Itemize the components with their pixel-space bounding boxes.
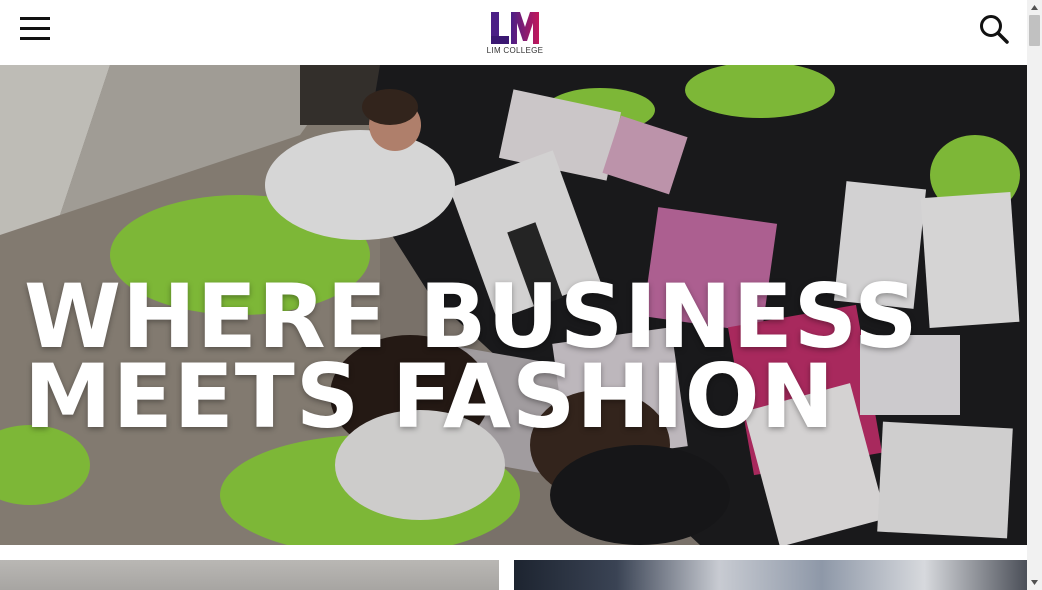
feature-card-left-image[interactable] (0, 560, 499, 590)
hero-banner: WHERE BUSINESS MEETS FASHION (0, 65, 1027, 545)
menu-bar (20, 17, 50, 20)
page-scrollbar[interactable] (1027, 0, 1042, 590)
feature-card-right-image[interactable] (514, 560, 1027, 590)
menu-bar (20, 37, 50, 40)
scrollbar-thumb[interactable] (1029, 15, 1040, 46)
search-icon-glyph (980, 15, 1009, 44)
scroll-up-arrow-icon[interactable] (1027, 0, 1042, 15)
site-header: LIM COLLEGE (0, 0, 1027, 65)
hero-headline: WHERE BUSINESS MEETS FASHION (24, 273, 919, 448)
search-icon[interactable] (978, 13, 1010, 45)
menu-bar (20, 27, 50, 30)
lim-logo-mark (491, 12, 539, 44)
hero-headline-line-2: MEETS FASHION (24, 345, 836, 448)
lim-college-logo[interactable]: LIM COLLEGE (486, 11, 544, 57)
scroll-down-arrow-icon[interactable] (1027, 575, 1042, 590)
logo-wordmark: LIM COLLEGE (486, 46, 544, 55)
hamburger-menu-icon[interactable] (20, 17, 50, 41)
